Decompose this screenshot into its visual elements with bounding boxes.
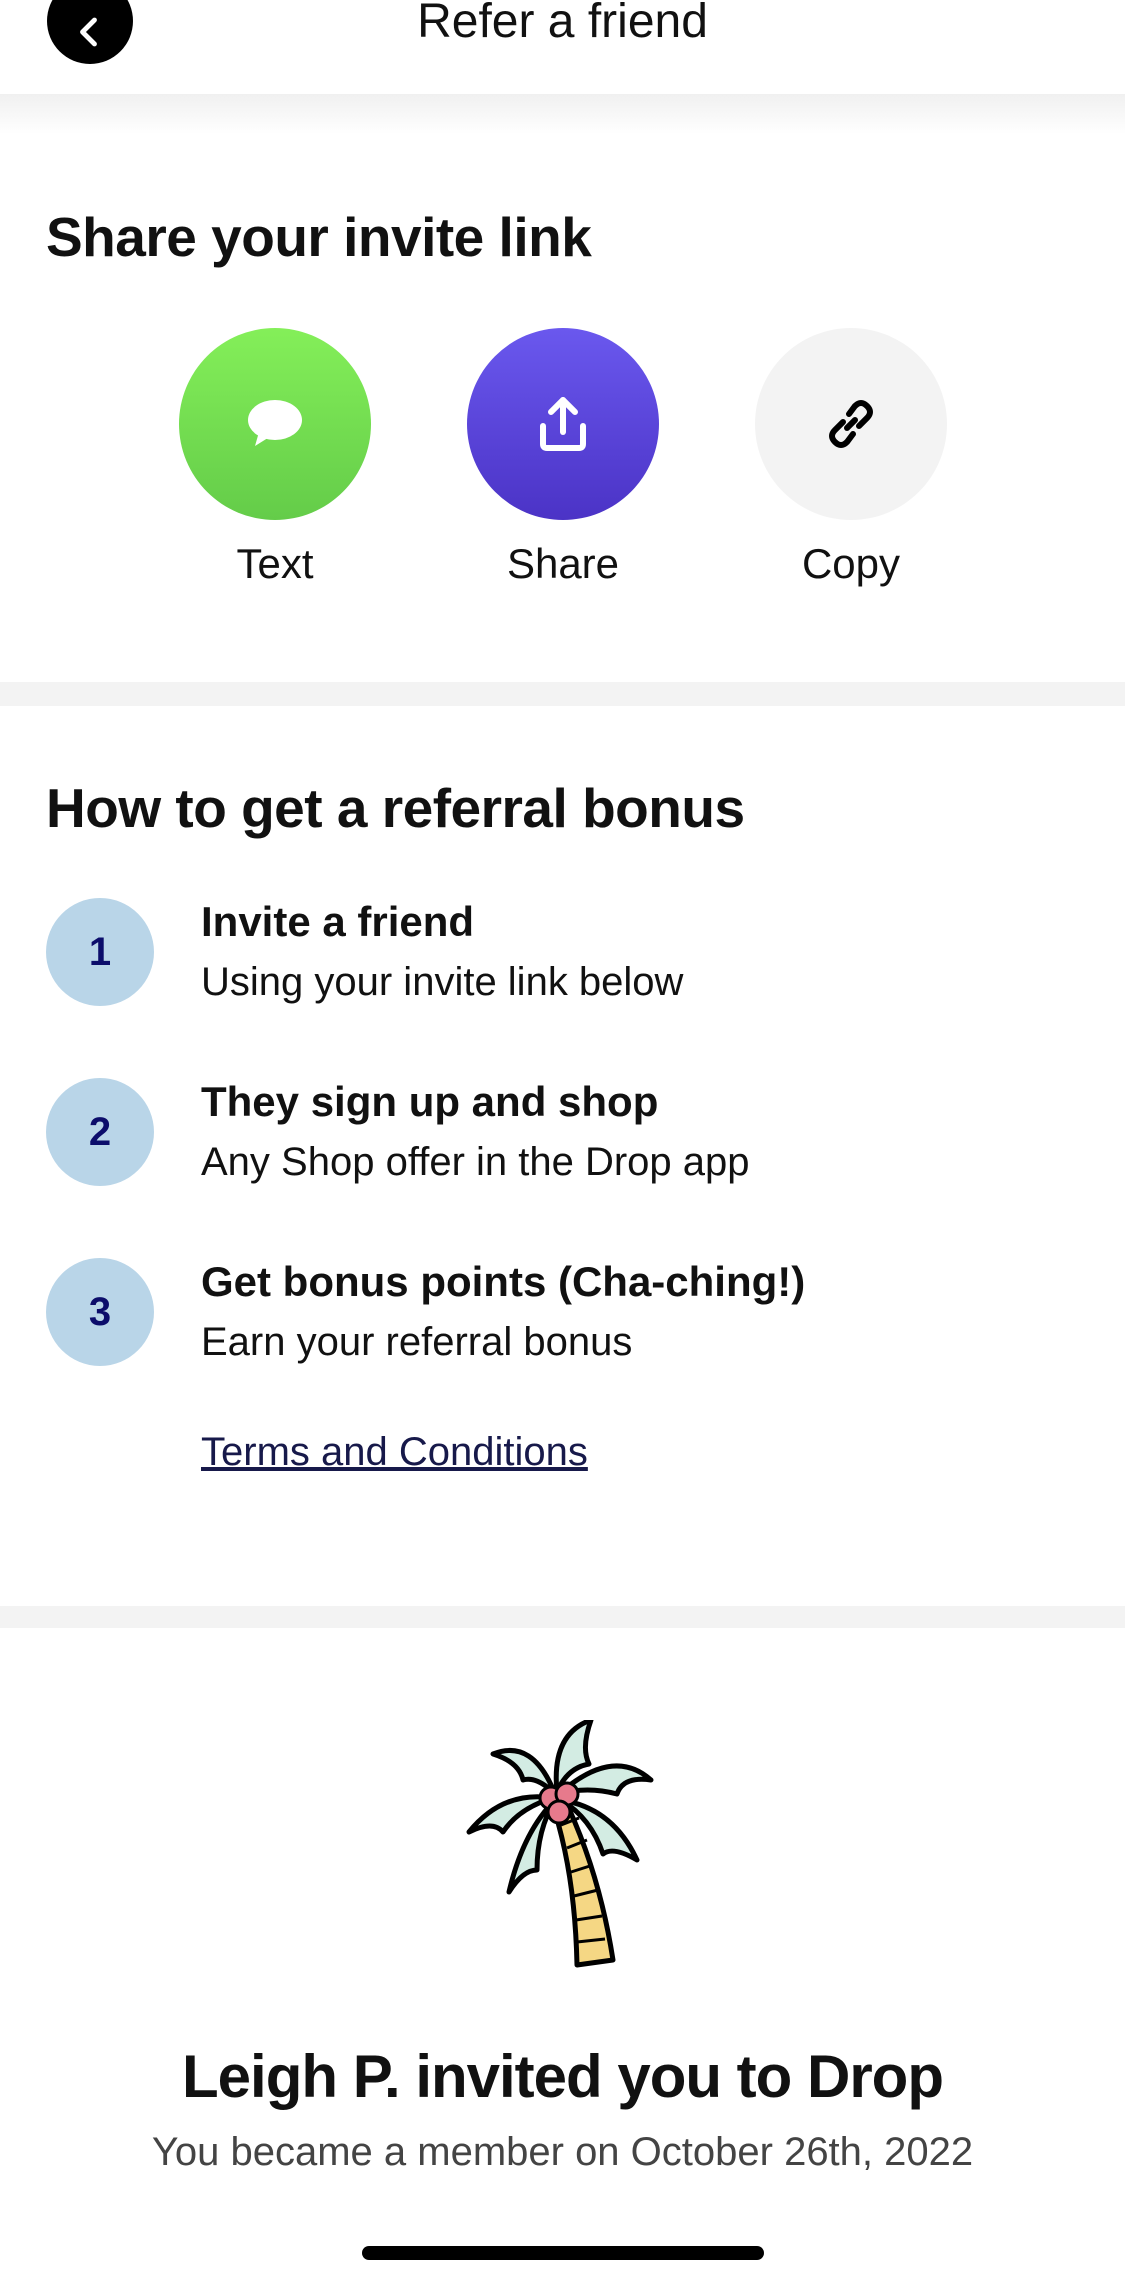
step-number-badge: 3 [46,1258,154,1366]
link-icon [829,400,873,448]
share-section-title: Share your invite link [46,206,592,268]
share-label: Share [506,540,620,587]
step-title: Get bonus points (Cha-ching!) [201,1258,806,1305]
step-subtitle: Any Shop offer in the Drop app [201,1140,750,1184]
bonus-section-title: How to get a referral bonus [46,777,745,839]
text-button[interactable] [179,328,371,520]
step-item: 3 Get bonus points (Cha-ching!) Earn you… [46,1258,1086,1368]
step-subtitle: Using your invite link below [201,960,684,1004]
step-subtitle: Earn your referral bonus [201,1320,633,1364]
page-title: Refer a friend [417,0,708,48]
top-nav-bar: Refer a friend [0,0,1125,94]
share-option-share[interactable]: Share [467,328,659,588]
section-divider [0,1606,1125,1628]
share-option-copy[interactable]: Copy [755,328,947,588]
step-number-badge: 1 [46,898,154,1006]
share-option-text[interactable]: Text [179,328,371,588]
step-number-badge: 2 [46,1078,154,1186]
text-label: Text [236,540,314,587]
step-item: 2 They sign up and shop Any Shop offer i… [46,1078,1086,1188]
terms-and-conditions-link[interactable]: Terms and Conditions [201,1430,588,1475]
section-divider [0,682,1125,706]
chat-bubble-icon [248,400,302,446]
step-title: They sign up and shop [201,1078,659,1125]
home-indicator[interactable] [362,2246,764,2260]
member-since-text: You became a member on October 26th, 202… [151,2130,974,2174]
header-shadow-divider [0,94,1125,134]
copy-link-button[interactable] [755,328,947,520]
step-title: Invite a friend [201,898,475,945]
share-button[interactable] [467,328,659,520]
upload-share-icon [540,397,586,451]
palm-tree-illustration [466,1720,654,1968]
inviter-title: Leigh P. invited you to Drop [182,2043,944,2110]
step-item: 1 Invite a friend Using your invite link… [46,898,1086,1008]
copy-label: Copy [801,540,901,587]
